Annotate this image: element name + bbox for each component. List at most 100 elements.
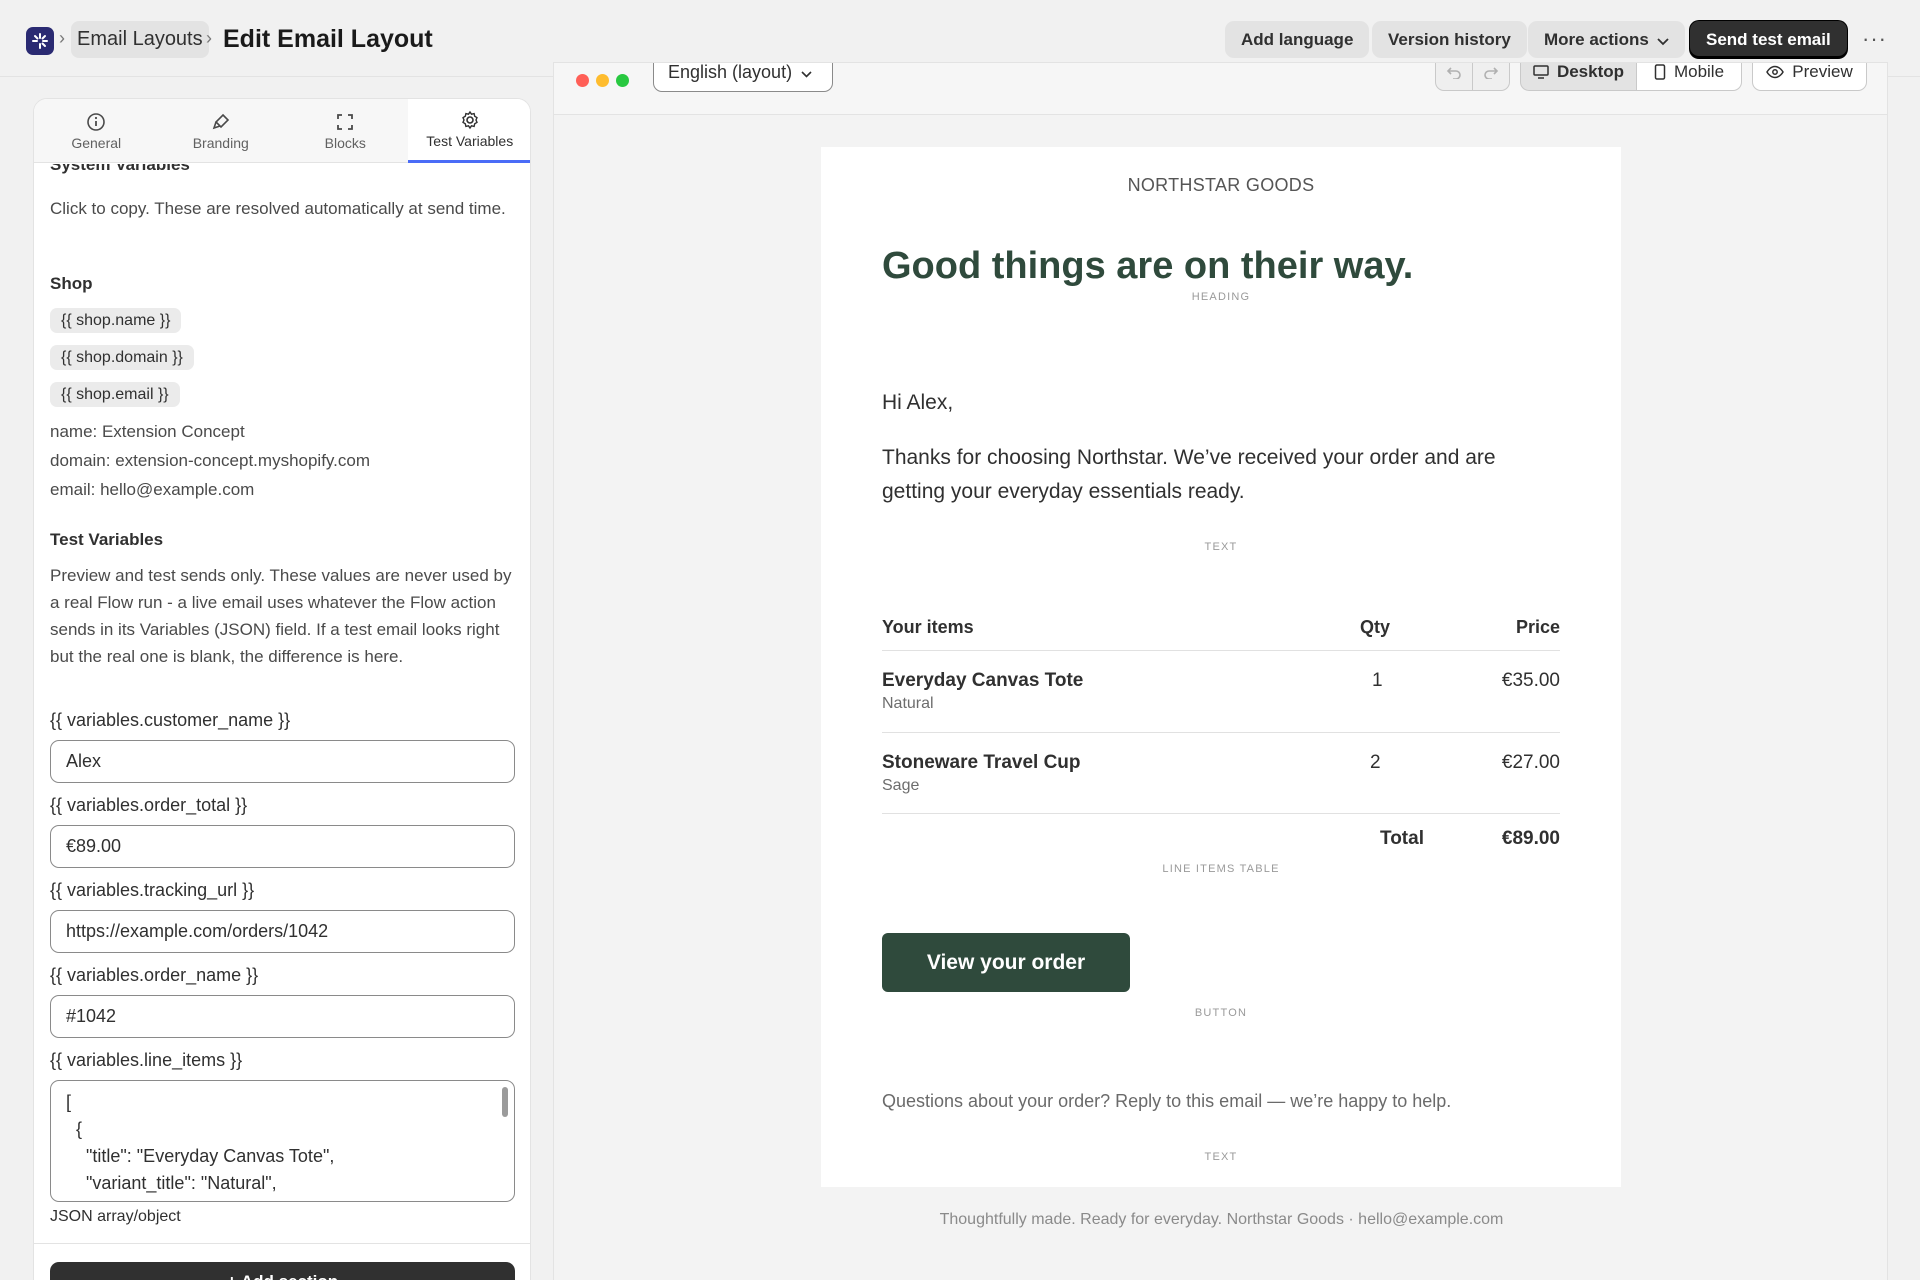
table-total-label: Total [1380,828,1424,849]
plus-icon: + [227,1272,237,1280]
email-signature: Thoughtfully made. Ready for everyday. N… [939,1211,1504,1228]
window-zoom-dot [616,74,629,87]
block-label-heading: HEADING [1191,291,1251,303]
table-divider [882,650,1560,651]
tab-branding[interactable]: Branding [159,99,284,163]
panel-divider [34,1243,530,1244]
order-total-input[interactable] [50,825,515,868]
block-label-table: LINE ITEMS TABLE [1162,863,1280,875]
tab-blocks[interactable]: Blocks [283,99,408,163]
table-header-price: Price [1515,617,1560,637]
line-item-title: Stoneware Travel Cup [882,752,1081,773]
system-variables-description: Click to copy. These are resolved automa… [50,199,506,218]
breadcrumb-email-layouts[interactable]: Email Layouts [71,21,209,58]
chevron-down-icon [1657,22,1669,59]
info-icon [87,112,106,131]
email-brand[interactable]: NORTHSTAR GOODS [821,175,1621,196]
breadcrumb-separator: › [206,28,212,48]
order-name-input[interactable] [50,995,515,1038]
variable-chip[interactable]: {{ shop.name }} [50,308,182,333]
page-title: Edit Email Layout [223,25,433,53]
ellipsis-icon[interactable]: ··· [1862,26,1887,52]
email-canvas: NORTHSTAR GOODS Good things are on their… [821,147,1621,1187]
device-mobile-button[interactable]: Mobile [1636,62,1742,91]
panel-tabs: General Branding Blocks Test Variables [34,99,530,163]
tab-general[interactable]: General [34,99,159,163]
field-label: {{ variables.order_name }} [50,965,259,985]
gear-icon [461,110,478,130]
line-items-textarea[interactable]: [ { "title": "Everyday Canvas Tote", "va… [50,1080,515,1202]
brush-icon [212,113,229,129]
table-total-value: €89.00 [1501,828,1560,849]
add-language-button[interactable]: Add language [1225,21,1370,58]
language-select[interactable]: English (layout) [653,62,833,92]
table-divider [882,732,1560,733]
variable-chip[interactable]: {{ shop.domain }} [50,345,194,370]
table-header-items: Your items [882,617,974,637]
email-body-text[interactable]: Thanks for choosing Northstar. We’ve rec… [882,441,1562,509]
test-variables-body: System Variables Click to copy. These ar… [34,164,530,1280]
line-item-price: €27.00 [1501,752,1560,773]
window-minimize-dot [596,74,609,87]
tab-test-variables[interactable]: Test Variables [407,99,530,163]
table-header-qty: Qty [1360,617,1391,637]
table-divider [882,813,1560,814]
language-select-value: English (layout) [668,62,793,82]
tracking-url-input[interactable] [50,910,515,953]
customer-name-input[interactable] [50,740,515,783]
desktop-label: Desktop [1556,62,1625,81]
redo-icon [1484,67,1499,79]
tab-label: Test Variables [426,133,514,149]
field-label: {{ variables.line_items }} [50,1050,243,1070]
add-section-label: Add section [241,1272,338,1280]
shop-value: domain: extension-concept.myshopify.com [50,451,371,470]
device-desktop-button[interactable]: Desktop [1520,62,1637,91]
line-item-title: Everyday Canvas Tote [882,670,1084,691]
mobile-label: Mobile [1673,62,1725,81]
app-logo-icon[interactable] [26,27,54,55]
tab-label: Branding [192,134,249,151]
field-label: {{ variables.tracking_url }} [50,880,255,900]
mobile-icon [1654,64,1666,80]
block-label-text: TEXT [1204,541,1238,553]
line-items-json: [ { "title": "Everyday Canvas Tote", "va… [66,1092,335,1201]
redo-button[interactable] [1472,63,1510,91]
email-preview-panel: English (layout) Desktop Mobile Preview … [553,62,1888,1280]
tab-label: General [71,134,122,151]
version-history-button[interactable]: Version history [1372,21,1527,58]
field-label: {{ variables.order_total }} [50,795,248,815]
tab-label: Blocks [324,134,366,151]
email-heading[interactable]: Good things are on their way. [882,245,1413,288]
window-close-dot [576,74,589,87]
preview-toolbar: English (layout) Desktop Mobile Preview [554,62,1887,115]
variable-chip[interactable]: {{ shop.email }} [50,382,180,407]
line-item-price: €35.00 [1501,670,1560,691]
undo-button[interactable] [1435,63,1473,91]
preview-button[interactable]: Preview [1752,62,1867,91]
settings-panel: General Branding Blocks Test Variables S… [33,98,531,1280]
preview-label: Preview [1792,62,1853,81]
send-test-email-button[interactable]: Send test email [1690,21,1847,58]
shop-value: name: Extension Concept [50,422,245,441]
test-variables-heading: Test Variables [50,530,164,549]
desktop-icon [1533,65,1549,79]
textarea-scrollbar[interactable] [502,1087,508,1117]
add-section-button[interactable]: + Add section [50,1262,515,1280]
eye-icon [1766,65,1785,79]
frame-icon [337,113,354,130]
line-item-qty: 1 [1372,670,1383,691]
more-actions-button[interactable]: More actions [1528,21,1685,58]
block-label-button: BUTTON [1194,1007,1248,1019]
test-variables-description: Preview and test sends only. These value… [50,566,512,666]
line-item-variant: Natural [882,695,934,712]
field-label: {{ variables.customer_name }} [50,710,291,730]
shop-heading: Shop [50,274,93,293]
block-label-text: TEXT [1204,1151,1238,1163]
email-footer-text[interactable]: Questions about your order? Reply to thi… [882,1091,1451,1112]
view-order-button[interactable]: View your order [882,933,1130,992]
chevron-down-icon [801,71,812,78]
json-hint: JSON array/object [50,1208,181,1225]
undo-icon [1446,67,1461,79]
email-greeting[interactable]: Hi Alex, [882,391,953,415]
line-item-variant: Sage [882,777,920,794]
